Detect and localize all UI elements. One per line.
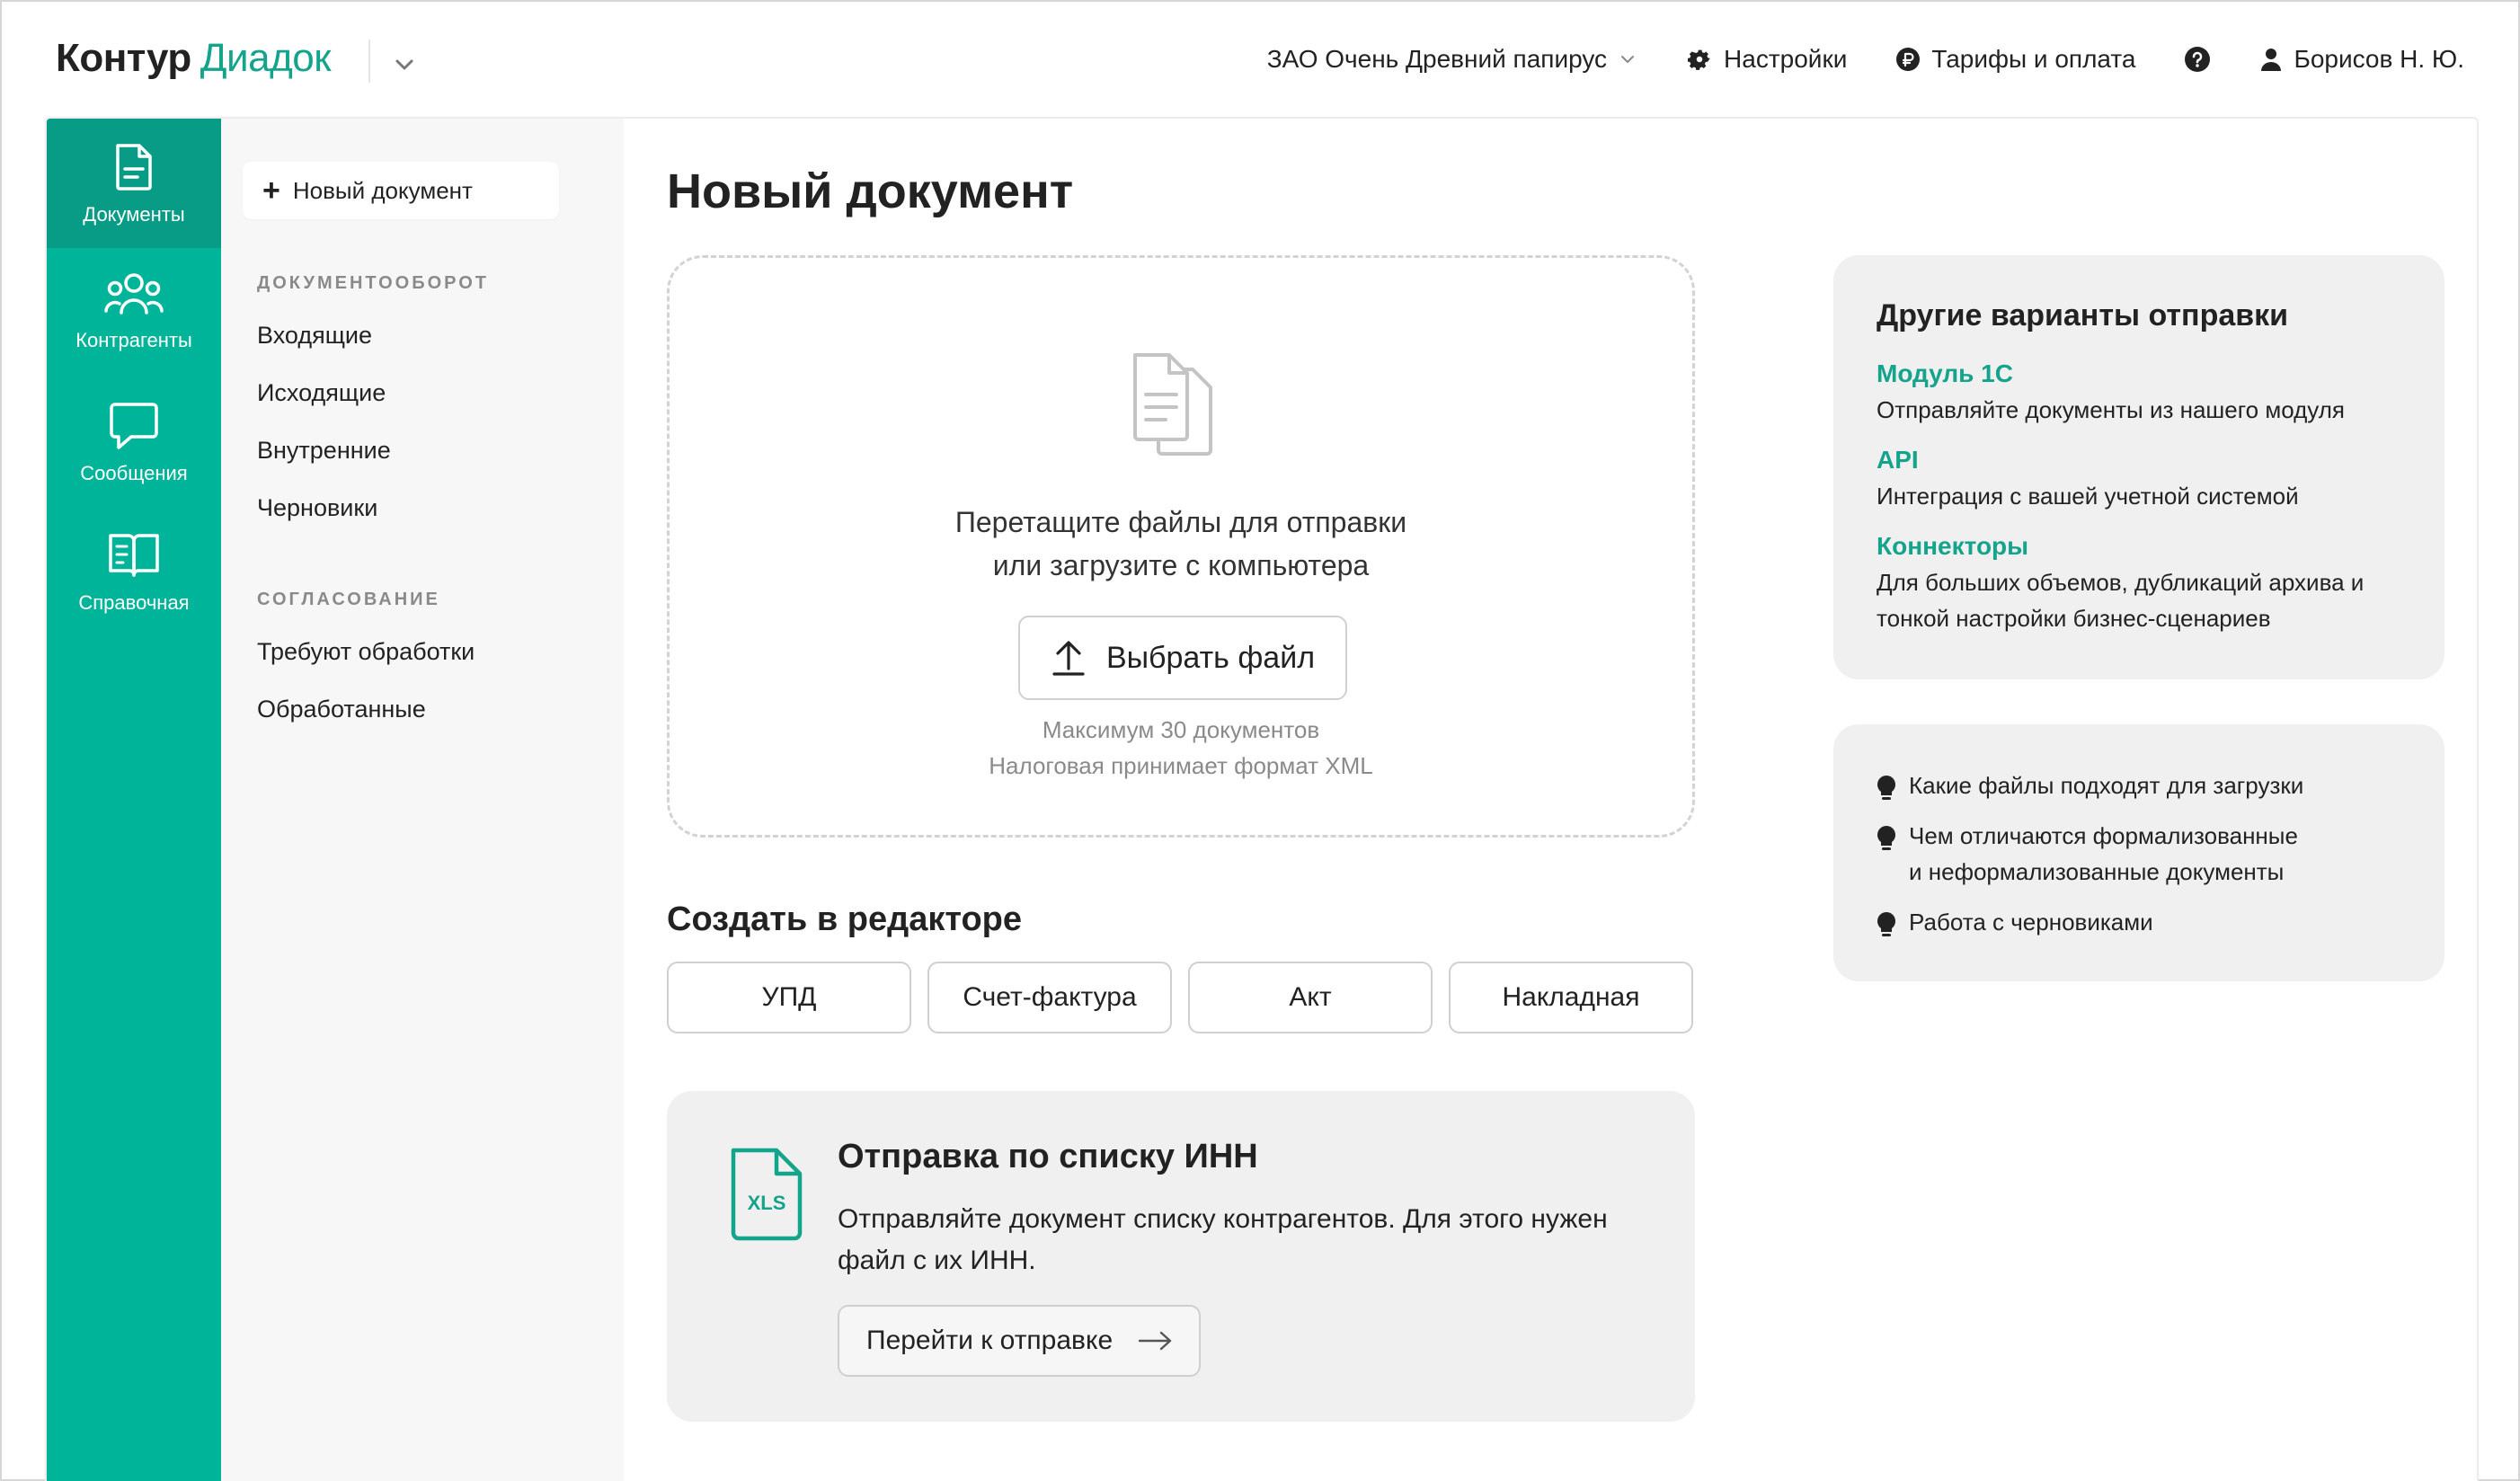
logo-diadoc: Диадок <box>200 36 332 80</box>
inn-card-description: Отправляйте документ списку контрагентов… <box>838 1204 1608 1275</box>
other-options-title: Другие варианты отправки <box>1877 298 2289 333</box>
new-document-button[interactable]: + Новый документ <box>243 162 559 219</box>
rail-item-documents[interactable]: Документы <box>47 119 221 248</box>
other-options-card: Другие варианты отправки Модуль 1С Отпра… <box>1833 255 2445 679</box>
top-header: Контур Диадок ЗАО Очень Древний папирус … <box>2 2 2518 117</box>
workspace: Документы Контрагенты Сообщения Справочн… <box>45 117 2479 1481</box>
tip-label-group: Чем отличаются формализованные и неформа… <box>1909 818 2298 890</box>
nav-link-outgoing[interactable]: Исходящие <box>257 379 386 407</box>
organization-switcher[interactable]: ЗАО Очень Древний папирус <box>1267 45 1637 74</box>
app-window: Контур Диадок ЗАО Очень Древний папирус … <box>0 0 2520 1481</box>
logo-kontur: Контур <box>56 36 191 80</box>
user-name: Борисов Н. Ю. <box>2294 45 2464 73</box>
nav-link-drafts[interactable]: Черновики <box>257 494 377 522</box>
lightbulb-icon <box>1877 776 1895 800</box>
nav-link-incoming[interactable]: Входящие <box>257 322 372 350</box>
rail-label: Справочная <box>78 591 190 614</box>
rail-label: Сообщения <box>80 462 188 484</box>
rail-item-contractors[interactable]: Контрагенты <box>47 248 221 377</box>
document-icon <box>116 144 152 191</box>
rail-label: Контрагенты <box>75 329 192 351</box>
rail-item-messages[interactable]: Сообщения <box>47 377 221 507</box>
section-approval: СОГЛАСОВАНИЕ <box>257 590 440 609</box>
tip-label: Какие файлы подходят для загрузки <box>1909 772 2304 799</box>
settings-label: Настройки <box>1724 45 1848 73</box>
section-docflow: ДОКУМЕНТООБОРОТ <box>257 273 490 293</box>
chat-icon <box>110 403 158 449</box>
dropzone-format-note: Налоговая принимает формат XML <box>989 752 1373 779</box>
nav-link-needs-processing[interactable]: Требуют обработки <box>257 638 475 666</box>
help-button[interactable] <box>2184 46 2211 73</box>
chevron-down-icon <box>1621 56 1635 63</box>
tip-label: Работа с черновиками <box>1909 909 2153 936</box>
dropzone-line-1: Перетащите файлы для отправки <box>954 506 1407 538</box>
upload-icon <box>1052 641 1085 676</box>
choose-file-label: Выбрать файл <box>1105 640 1316 675</box>
settings-link[interactable]: Настройки <box>1686 45 1847 74</box>
file-dropzone[interactable]: Перетащите файлы для отправки или загруз… <box>667 255 1695 838</box>
rail-item-reference[interactable]: Справочная <box>47 507 221 636</box>
nav-link-internal[interactable]: Внутренние <box>257 437 391 465</box>
nav-link-processed[interactable]: Обработанные <box>257 696 426 723</box>
arrow-right-icon <box>1138 1331 1172 1351</box>
sub-navigation: + Новый документ ДОКУМЕНТООБОРОТ Входящи… <box>221 119 624 1481</box>
header-actions: ЗАО Очень Древний папирус Настройки Тари… <box>1267 38 2464 81</box>
tip-file-types[interactable]: Какие файлы подходят для загрузки <box>1877 767 2303 803</box>
inn-list-card: XLS Отправка по списку ИНН Отправляйте д… <box>667 1091 1695 1422</box>
logo-divider <box>368 40 370 83</box>
create-invoice-button[interactable]: Счет-фактура <box>927 962 1172 1033</box>
inn-card-title: Отправка по списку ИНН <box>838 1138 1258 1175</box>
logo[interactable]: Контур Диадок <box>56 36 331 86</box>
left-rail: Документы Контрагенты Сообщения Справочн… <box>47 119 221 1481</box>
tip-label: и неформализованные документы <box>1909 858 2285 885</box>
dropzone-line-2: или загрузите с компьютера <box>992 549 1370 581</box>
option-1c-module-link[interactable]: Модуль 1С <box>1877 359 2013 388</box>
dropzone-limit-note: Максимум 30 документов <box>1042 716 1320 743</box>
new-document-label: Новый документ <box>292 176 473 204</box>
gear-icon <box>1688 49 1710 70</box>
choose-file-button[interactable]: Выбрать файл <box>1018 616 1347 700</box>
editor-section-title: Создать в редакторе <box>667 900 1023 938</box>
lightbulb-icon <box>1877 912 1895 936</box>
billing-link[interactable]: Тарифы и оплата <box>1895 45 2135 74</box>
xls-label: XLS <box>748 1192 786 1214</box>
main-content: Новый документ Перетащите файлы для отпр… <box>624 119 2477 1481</box>
go-to-sending-button[interactable]: Перейти к отправке <box>838 1305 1201 1377</box>
billing-label: Тарифы и оплата <box>1931 45 2136 73</box>
user-menu[interactable]: Борисов Н. Ю. <box>2259 45 2464 74</box>
files-icon <box>1133 353 1212 456</box>
editor-buttons: УПД Счет-фактура Акт Накладная <box>667 962 1693 1033</box>
lightbulb-icon <box>1877 826 1895 850</box>
user-icon <box>2261 49 2282 71</box>
people-icon <box>104 273 164 315</box>
option-connectors-link[interactable]: Коннекторы <box>1877 532 2028 561</box>
rail-label: Документы <box>83 203 185 226</box>
tip-formalized-docs[interactable]: Чем отличаются формализованные и неформа… <box>1877 818 2298 890</box>
create-waybill-button[interactable]: Накладная <box>1449 962 1693 1033</box>
go-to-sending-label: Перейти к отправке <box>866 1326 1114 1355</box>
tip-label: Чем отличаются формализованные <box>1909 822 2298 849</box>
option-1c-module-desc: Отправляйте документы из нашего модуля <box>1877 396 2345 423</box>
help-icon <box>2185 47 2211 72</box>
organization-name: ЗАО Очень Древний папирус <box>1266 45 1608 73</box>
xls-file-icon: XLS <box>731 1148 803 1241</box>
option-connectors-desc: Для больших объемов, дубликаций архива и… <box>1877 569 2365 632</box>
page-title: Новый документ <box>667 164 1074 218</box>
tips-card: Какие файлы подходят для загрузки Чем от… <box>1833 724 2445 981</box>
chevron-down-icon[interactable] <box>390 50 419 79</box>
ruble-icon <box>1896 48 1921 71</box>
tip-drafts[interactable]: Работа с черновиками <box>1877 904 2153 940</box>
option-api-desc: Интеграция с вашей учетной системой <box>1877 483 2299 510</box>
plus-icon: + <box>262 173 280 208</box>
option-api-link[interactable]: API <box>1877 446 1919 474</box>
create-upd-button[interactable]: УПД <box>667 962 911 1033</box>
book-icon <box>109 534 159 577</box>
create-act-button[interactable]: Акт <box>1188 962 1433 1033</box>
